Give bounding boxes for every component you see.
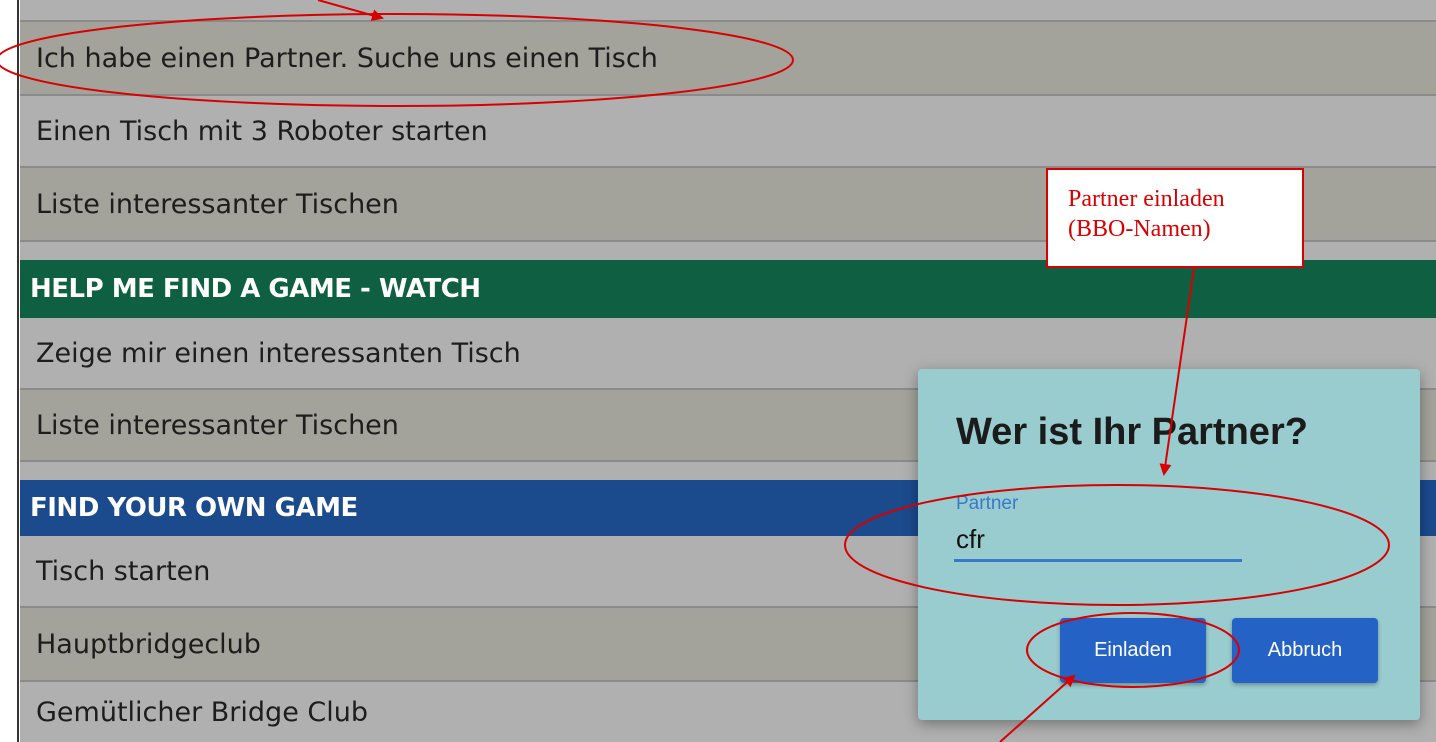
partner-dialog: Wer ist Ihr Partner? Partner Einladen Ab… (918, 369, 1420, 720)
menu-item-label: Liste interessanter Tischen (36, 188, 399, 220)
callout-line-2: (BBO-Namen) (1068, 216, 1211, 242)
left-border (0, 0, 20, 742)
menu-item-robots-table[interactable]: Einen Tisch mit 3 Roboter starten (20, 96, 1436, 168)
menu-item-label: Tisch starten (36, 555, 211, 587)
section-header-watch: HELP ME FIND A GAME - WATCH (20, 260, 1436, 318)
menu-item-label: Gemütlicher Bridge Club (36, 696, 368, 728)
annotation-callout: Partner einladen (BBO-Namen) (1046, 168, 1304, 268)
section-title: FIND YOUR OWN GAME (30, 493, 358, 523)
callout-line-1: Partner einladen (1068, 186, 1225, 212)
section-title: HELP ME FIND A GAME - WATCH (30, 274, 481, 304)
dialog-title: Wer ist Ihr Partner? (956, 411, 1308, 453)
partner-field-label: Partner (956, 493, 1019, 514)
invite-button[interactable]: Einladen (1060, 618, 1206, 683)
cancel-button[interactable]: Abbruch (1232, 618, 1378, 683)
menu-item-partner-find-table[interactable]: Ich habe einen Partner. Suche uns einen … (20, 22, 1436, 96)
menu-item-label: Einen Tisch mit 3 Roboter starten (36, 115, 488, 147)
menu-item-label: Hauptbridgeclub (36, 628, 261, 660)
menu-item-label: Ich habe einen Partner. Suche uns einen … (36, 42, 658, 74)
menu-item-label: Zeige mir einen interessanten Tisch (36, 337, 521, 369)
top-strip (20, 0, 1436, 22)
menu-item-label: Liste interessanter Tischen (36, 409, 399, 441)
partner-input[interactable] (954, 519, 1242, 562)
